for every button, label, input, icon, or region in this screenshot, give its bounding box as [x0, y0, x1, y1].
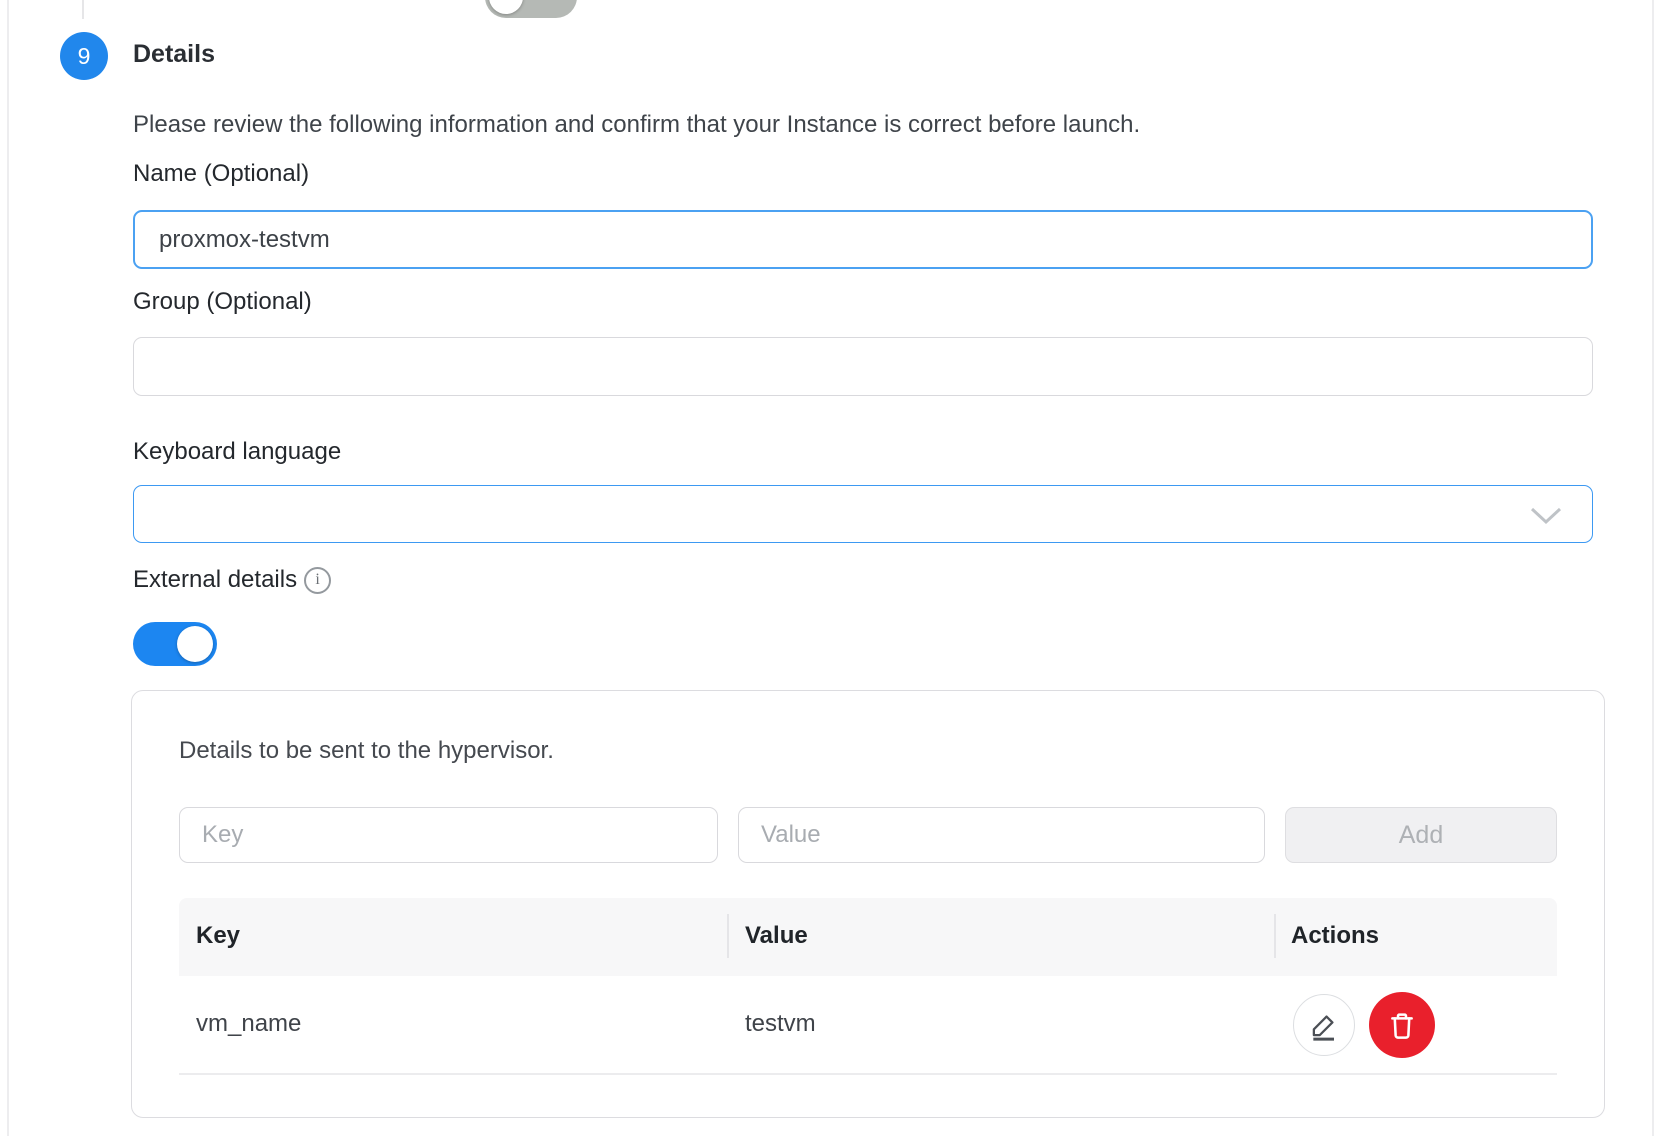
trash-icon [1385, 1008, 1419, 1042]
table-row: vm_name testvm [179, 976, 1557, 1073]
row-value-cell: testvm [745, 1010, 816, 1038]
add-button[interactable]: Add [1285, 807, 1557, 863]
name-label: Name (Optional) [133, 160, 309, 188]
value-input[interactable] [738, 807, 1265, 863]
keyboard-language-label: Keyboard language [133, 438, 341, 466]
row-divider [179, 1073, 1557, 1075]
table-header-actions: Actions [1291, 922, 1379, 950]
info-icon[interactable] [304, 567, 331, 594]
page-left-border [7, 0, 9, 1136]
page-right-border [1652, 0, 1654, 1136]
previous-step-toggle[interactable] [485, 0, 577, 18]
group-input[interactable] [133, 337, 1593, 396]
name-input[interactable] [133, 210, 1593, 269]
external-details-row: External details [133, 566, 331, 594]
toggle-knob [177, 626, 213, 662]
section-description: Please review the following information … [133, 111, 1140, 139]
external-details-toggle[interactable] [133, 622, 217, 666]
step-number-badge: 9 [60, 32, 108, 80]
edit-button[interactable] [1293, 994, 1355, 1056]
pencil-icon [1308, 1009, 1340, 1041]
column-separator [727, 914, 729, 958]
delete-button[interactable] [1369, 992, 1435, 1058]
column-separator [1274, 914, 1276, 958]
table-header-key: Key [196, 922, 240, 950]
external-details-panel: Details to be sent to the hypervisor. Ad… [131, 690, 1605, 1118]
step-number: 9 [78, 43, 91, 70]
external-details-label: External details [133, 566, 297, 594]
stepper-connector-line [82, 0, 84, 19]
group-label: Group (Optional) [133, 288, 312, 316]
table-header-value: Value [745, 922, 808, 950]
row-key-cell: vm_name [196, 1010, 301, 1038]
keyboard-language-select[interactable] [133, 485, 1593, 543]
toggle-knob [489, 0, 523, 14]
hypervisor-description: Details to be sent to the hypervisor. [179, 737, 554, 765]
chevron-down-icon [1530, 507, 1562, 525]
key-input[interactable] [179, 807, 718, 863]
section-title: Details [133, 40, 215, 69]
table-header-row: Key Value Actions [179, 898, 1557, 976]
